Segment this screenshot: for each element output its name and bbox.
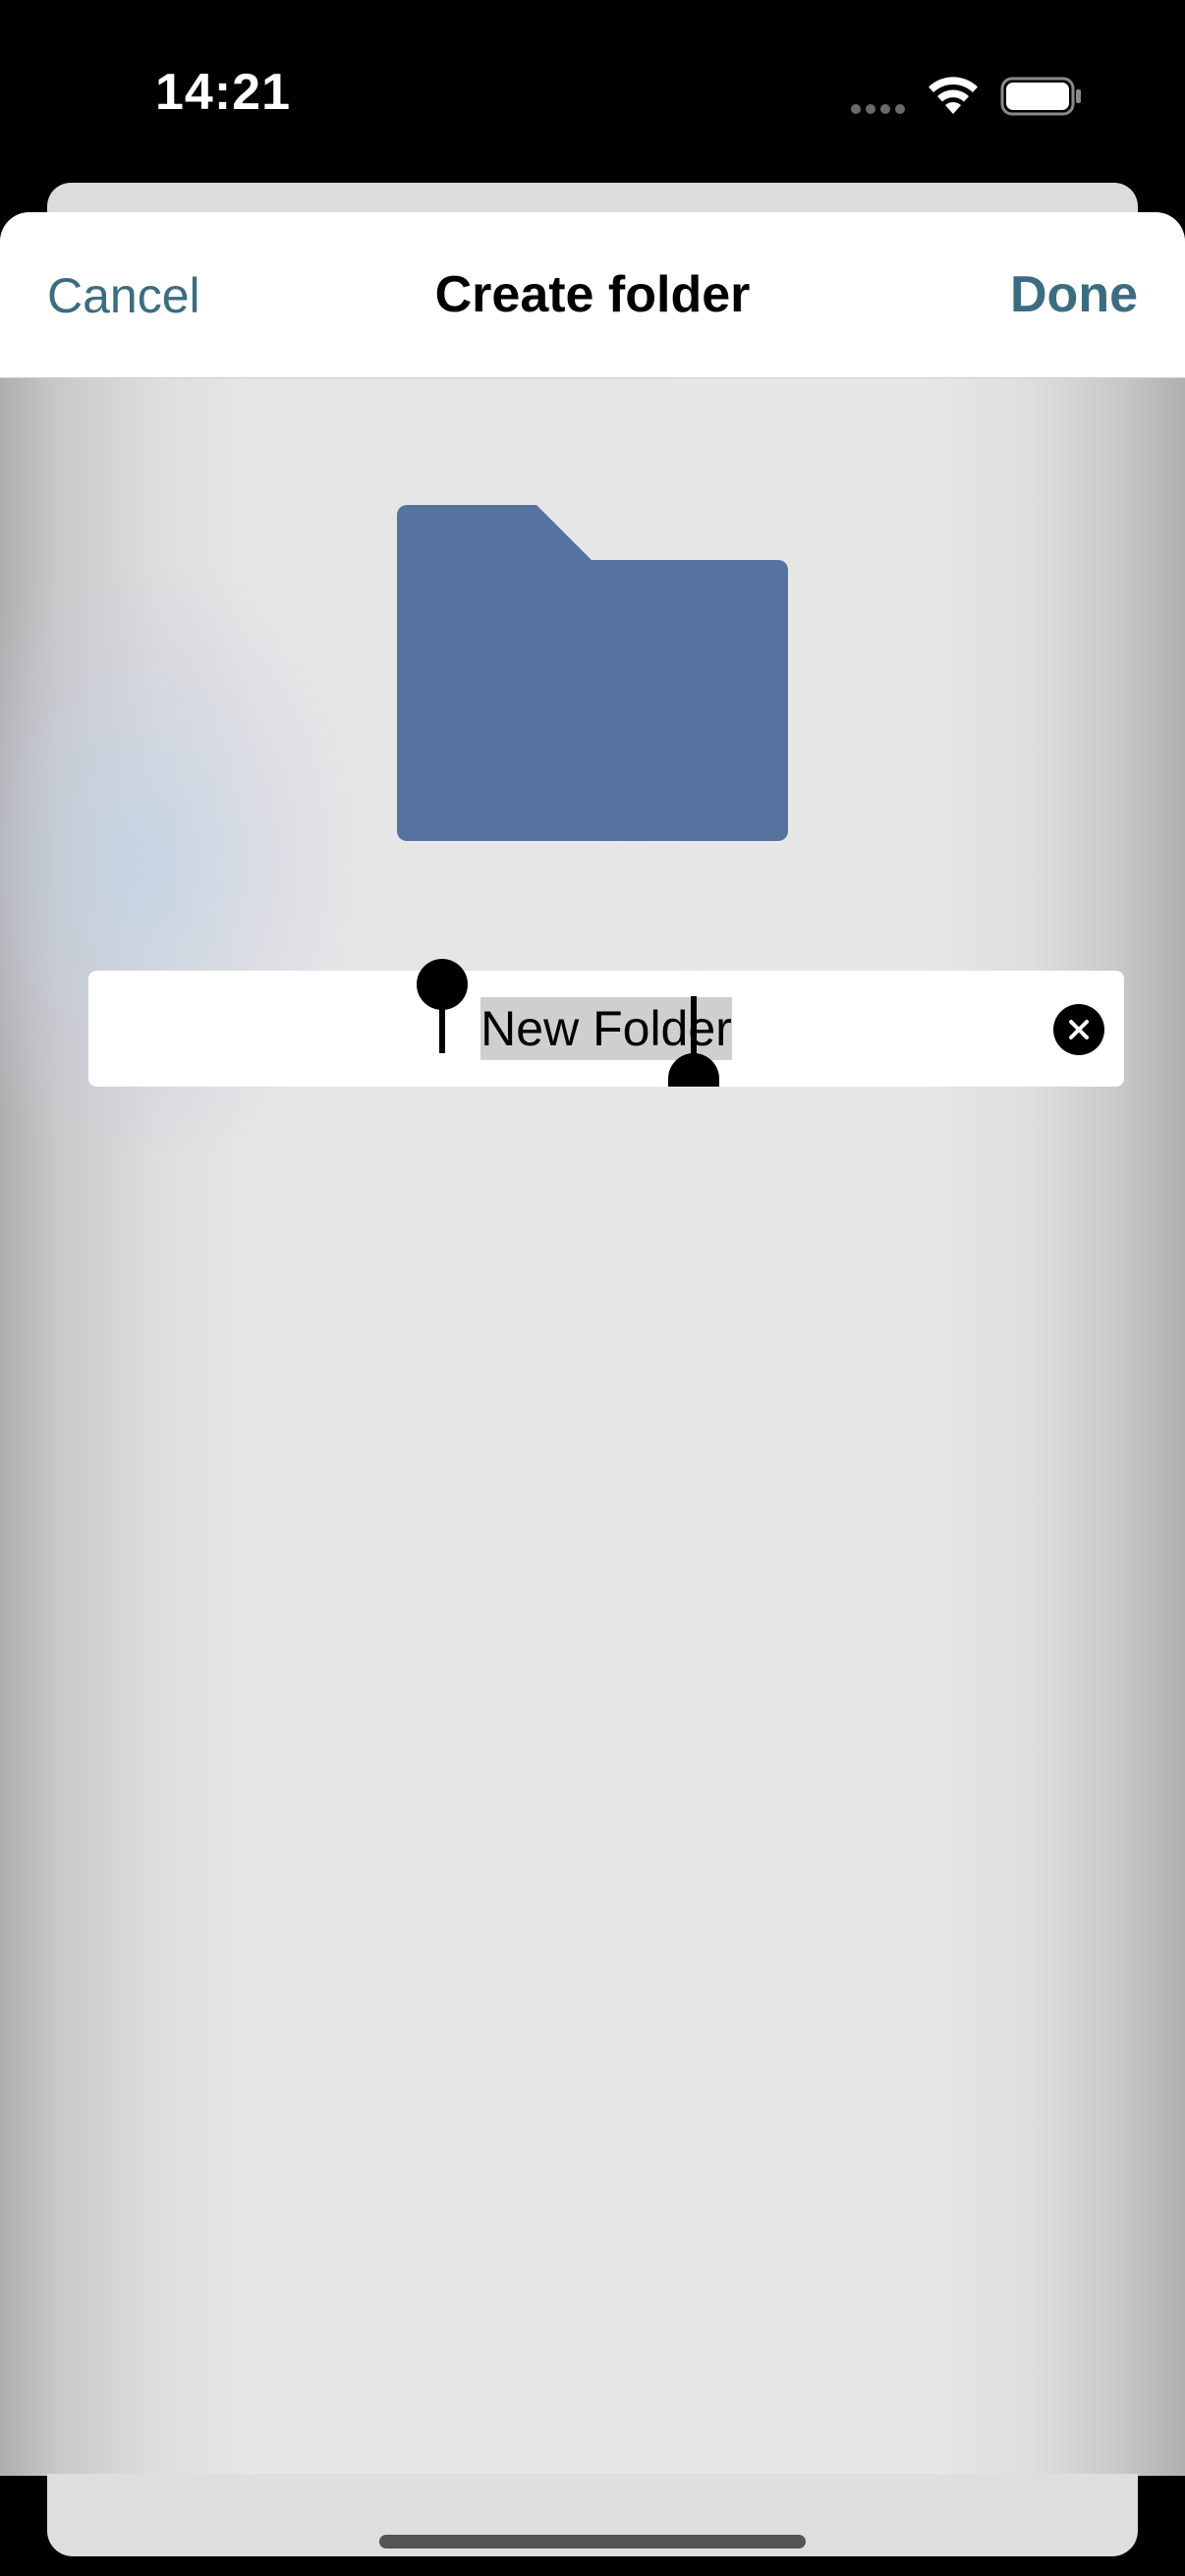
- create-folder-sheet: Cancel Create folder Done New Folder: [0, 212, 1185, 2476]
- selection-end-caret: [691, 996, 697, 1061]
- home-indicator[interactable]: [379, 2535, 806, 2548]
- selection-start-handle[interactable]: [417, 959, 468, 1010]
- clear-text-button[interactable]: [1053, 1004, 1104, 1055]
- nav-bar: Cancel Create folder Done: [0, 212, 1185, 378]
- status-bar: 14:21: [0, 0, 1185, 187]
- battery-icon: [1000, 77, 1081, 116]
- status-time: 14:21: [155, 64, 291, 121]
- page-title: Create folder: [434, 266, 751, 323]
- done-button[interactable]: Done: [1010, 265, 1138, 324]
- folder-name-input[interactable]: New Folder: [88, 971, 1124, 1087]
- wifi-icon: [929, 77, 978, 114]
- folder-name-field[interactable]: New Folder: [88, 959, 1124, 1087]
- clear-circle-icon: [1069, 1020, 1089, 1039]
- folder-icon: [397, 505, 788, 841]
- signal-dots-icon: [851, 104, 905, 114]
- screen: 14:21 Cancel Create folder Done New Fold…: [0, 0, 1185, 2576]
